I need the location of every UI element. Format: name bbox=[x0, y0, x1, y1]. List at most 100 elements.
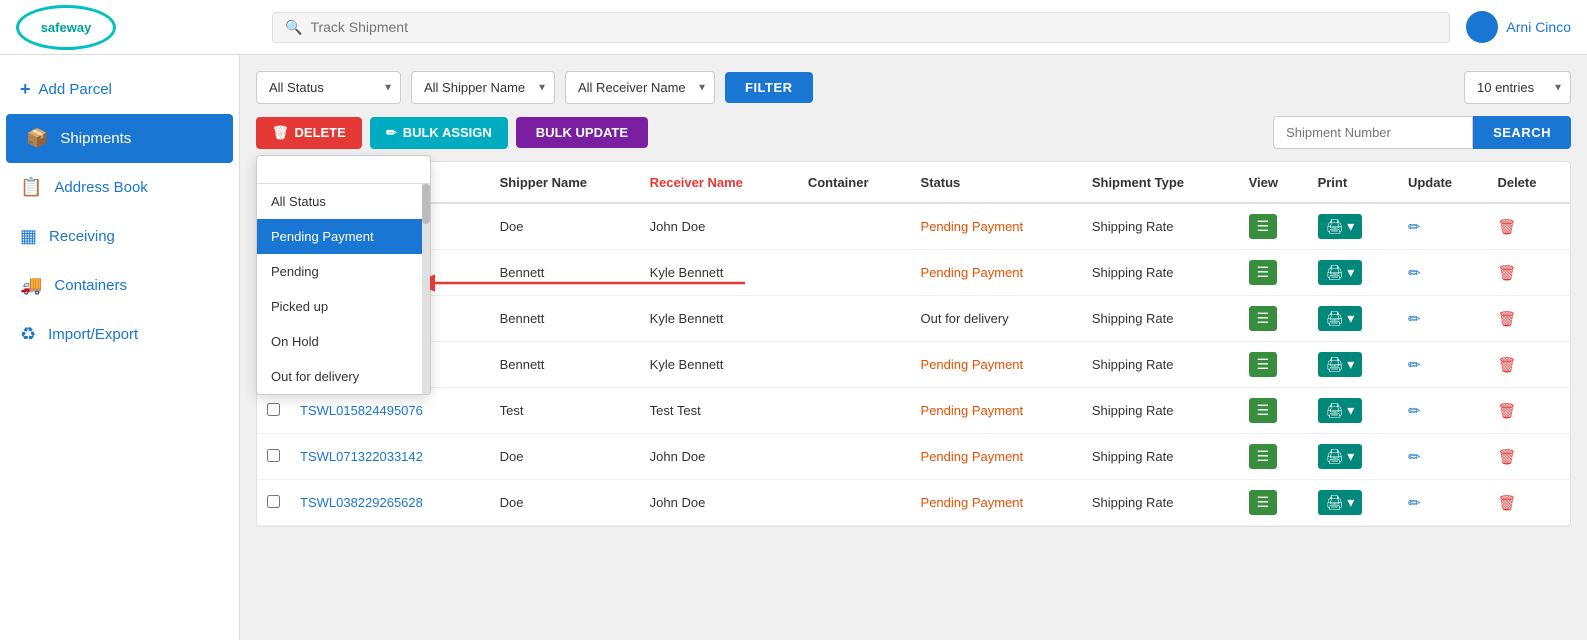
receiver-name-cell: John Doe bbox=[640, 480, 798, 526]
track-shipment-search[interactable]: 🔍 bbox=[272, 12, 1450, 43]
shipments-table: Number Shipper Name Receiver Name Contai… bbox=[257, 162, 1570, 526]
print-button[interactable]: 🖨 ▾ bbox=[1318, 352, 1363, 377]
dropdown-item-pending-payment[interactable]: Pending Payment bbox=[257, 219, 422, 254]
print-button[interactable]: 🖨 ▾ bbox=[1318, 306, 1363, 331]
view-button[interactable]: ☰ bbox=[1249, 352, 1278, 377]
print-button[interactable]: 🖨 ▾ bbox=[1318, 260, 1363, 285]
table-row: 9780021 Bennett Kyle Bennett Pending Pay… bbox=[257, 250, 1570, 296]
header-view: View bbox=[1239, 162, 1308, 203]
sidebar: + Add Parcel 📦 Shipments 📋 Address Book … bbox=[0, 55, 240, 640]
status-select-wrapper: All Status Pending Payment Pending Picke… bbox=[256, 71, 401, 104]
add-parcel-button[interactable]: + Add Parcel bbox=[0, 65, 239, 114]
user-menu[interactable]: 👤 Arni Cinco bbox=[1466, 11, 1571, 43]
edit-button[interactable]: ✏ bbox=[1408, 264, 1421, 282]
sidebar-item-containers-label: Containers bbox=[54, 277, 127, 294]
shipment-number-link[interactable]: TSWL038229265628 bbox=[300, 495, 423, 510]
edit-button[interactable]: ✏ bbox=[1408, 448, 1421, 466]
table-row: TSWL083982390473 Bennett Kyle Bennett Pe… bbox=[257, 342, 1570, 388]
print-button[interactable]: 🖨 ▾ bbox=[1318, 490, 1363, 515]
shipment-number-cell: TSWL071322033142 bbox=[290, 434, 490, 480]
shipper-select[interactable]: All Shipper Name bbox=[411, 71, 555, 104]
bulk-assign-button[interactable]: ✏ BULK ASSIGN bbox=[370, 117, 508, 149]
bulk-assign-label: BULK ASSIGN bbox=[403, 125, 492, 140]
import-export-icon: ♻ bbox=[20, 324, 36, 345]
track-shipment-input[interactable] bbox=[310, 19, 1437, 35]
sidebar-item-shipments[interactable]: 📦 Shipments bbox=[6, 114, 233, 163]
view-button[interactable]: ☰ bbox=[1249, 444, 1278, 469]
entries-select-wrapper: 10 entries 25 entries 50 entries 100 ent… bbox=[1464, 71, 1571, 104]
update-cell: ✏ bbox=[1398, 388, 1487, 434]
edit-button[interactable]: ✏ bbox=[1408, 494, 1421, 512]
receiver-select[interactable]: All Receiver Name bbox=[565, 71, 715, 104]
sidebar-item-address-book[interactable]: 📋 Address Book bbox=[0, 163, 239, 212]
delete-cell: 🗑 bbox=[1487, 342, 1570, 388]
topbar: safeway 🔍 👤 Arni Cinco bbox=[0, 0, 1587, 55]
delete-row-button[interactable]: 🗑 bbox=[1497, 264, 1516, 282]
dropdown-item-on-hold[interactable]: On Hold bbox=[257, 324, 422, 359]
receiver-select-wrapper: All Receiver Name bbox=[565, 71, 715, 104]
edit-button[interactable]: ✏ bbox=[1408, 402, 1421, 420]
status-cell: Pending Payment bbox=[911, 203, 1082, 250]
search-icon: 🔍 bbox=[285, 19, 302, 36]
delete-row-button[interactable]: 🗑 bbox=[1497, 310, 1516, 328]
status-select[interactable]: All Status Pending Payment Pending Picke… bbox=[256, 71, 401, 104]
print-button[interactable]: 🖨 ▾ bbox=[1318, 398, 1363, 423]
row-checkbox[interactable] bbox=[267, 449, 280, 462]
status-cell: Pending Payment bbox=[911, 342, 1082, 388]
delete-row-button[interactable]: 🗑 bbox=[1497, 356, 1516, 374]
header-shipper: Shipper Name bbox=[490, 162, 640, 203]
dropdown-item-pending[interactable]: Pending bbox=[257, 254, 422, 289]
dropdown-scrollbar: All Status Pending Payment Pending Picke… bbox=[257, 184, 430, 394]
delete-row-button[interactable]: 🗑 bbox=[1497, 402, 1516, 420]
view-button[interactable]: ☰ bbox=[1249, 306, 1278, 331]
delete-cell: 🗑 bbox=[1487, 250, 1570, 296]
row-checkbox[interactable] bbox=[267, 495, 280, 508]
shipment-type-cell: Shipping Rate bbox=[1082, 388, 1239, 434]
status-cell: Pending Payment bbox=[911, 434, 1082, 480]
delete-button[interactable]: 🗑 DELETE bbox=[256, 117, 362, 149]
table-row: TSWL068152919170 Bennett Kyle Bennett Ou… bbox=[257, 296, 1570, 342]
filter-button[interactable]: FILTER bbox=[725, 72, 813, 103]
view-button[interactable]: ☰ bbox=[1249, 490, 1278, 515]
edit-button[interactable]: ✏ bbox=[1408, 310, 1421, 328]
address-book-icon: 📋 bbox=[20, 177, 42, 198]
print-button[interactable]: 🖨 ▾ bbox=[1318, 444, 1363, 469]
shipper-name-cell: Doe bbox=[490, 203, 640, 250]
entries-select[interactable]: 10 entries 25 entries 50 entries 100 ent… bbox=[1464, 71, 1571, 104]
bulk-update-button[interactable]: BULK UPDATE bbox=[516, 117, 648, 148]
shipment-type-cell: Shipping Rate bbox=[1082, 480, 1239, 526]
print-button[interactable]: 🖨 ▾ bbox=[1318, 214, 1363, 239]
view-button[interactable]: ☰ bbox=[1249, 398, 1278, 423]
shipper-name-cell: Bennett bbox=[490, 342, 640, 388]
shipment-number-link[interactable]: TSWL071322033142 bbox=[300, 449, 423, 464]
update-cell: ✏ bbox=[1398, 342, 1487, 388]
view-button[interactable]: ☰ bbox=[1249, 260, 1278, 285]
row-checkbox[interactable] bbox=[267, 403, 280, 416]
view-button[interactable]: ☰ bbox=[1249, 214, 1278, 239]
table-row: TSWL071322033142 Doe John Doe Pending Pa… bbox=[257, 434, 1570, 480]
shipment-search-group: SEARCH bbox=[1273, 116, 1571, 149]
delete-row-button[interactable]: 🗑 bbox=[1497, 218, 1516, 236]
edit-button[interactable]: ✏ bbox=[1408, 218, 1421, 236]
dropdown-item-all-status[interactable]: All Status bbox=[257, 184, 422, 219]
delete-row-button[interactable]: 🗑 bbox=[1497, 448, 1516, 466]
delete-row-button[interactable]: 🗑 bbox=[1497, 494, 1516, 512]
dropdown-search-input[interactable] bbox=[257, 156, 430, 184]
shipper-name-cell: Bennett bbox=[490, 296, 640, 342]
receiver-name-cell: Kyle Bennett bbox=[640, 296, 798, 342]
sidebar-item-import-export-label: Import/Export bbox=[48, 326, 138, 343]
search-button[interactable]: SEARCH bbox=[1473, 116, 1571, 149]
table-header-row: Number Shipper Name Receiver Name Contai… bbox=[257, 162, 1570, 203]
receiving-icon: ▦ bbox=[20, 226, 37, 247]
sidebar-item-import-export[interactable]: ♻ Import/Export bbox=[0, 310, 239, 359]
main-layout: + Add Parcel 📦 Shipments 📋 Address Book … bbox=[0, 55, 1587, 640]
sidebar-item-containers[interactable]: 🚚 Containers bbox=[0, 261, 239, 310]
shipment-number-input[interactable] bbox=[1273, 116, 1473, 149]
status-cell: Out for delivery bbox=[911, 296, 1082, 342]
dropdown-item-out-for-delivery[interactable]: Out for delivery bbox=[257, 359, 422, 394]
shipment-number-link[interactable]: TSWL015824495076 bbox=[300, 403, 423, 418]
dropdown-item-picked-up[interactable]: Picked up bbox=[257, 289, 422, 324]
print-cell: 🖨 ▾ bbox=[1308, 388, 1398, 434]
sidebar-item-receiving[interactable]: ▦ Receiving bbox=[0, 212, 239, 261]
edit-button[interactable]: ✏ bbox=[1408, 356, 1421, 374]
